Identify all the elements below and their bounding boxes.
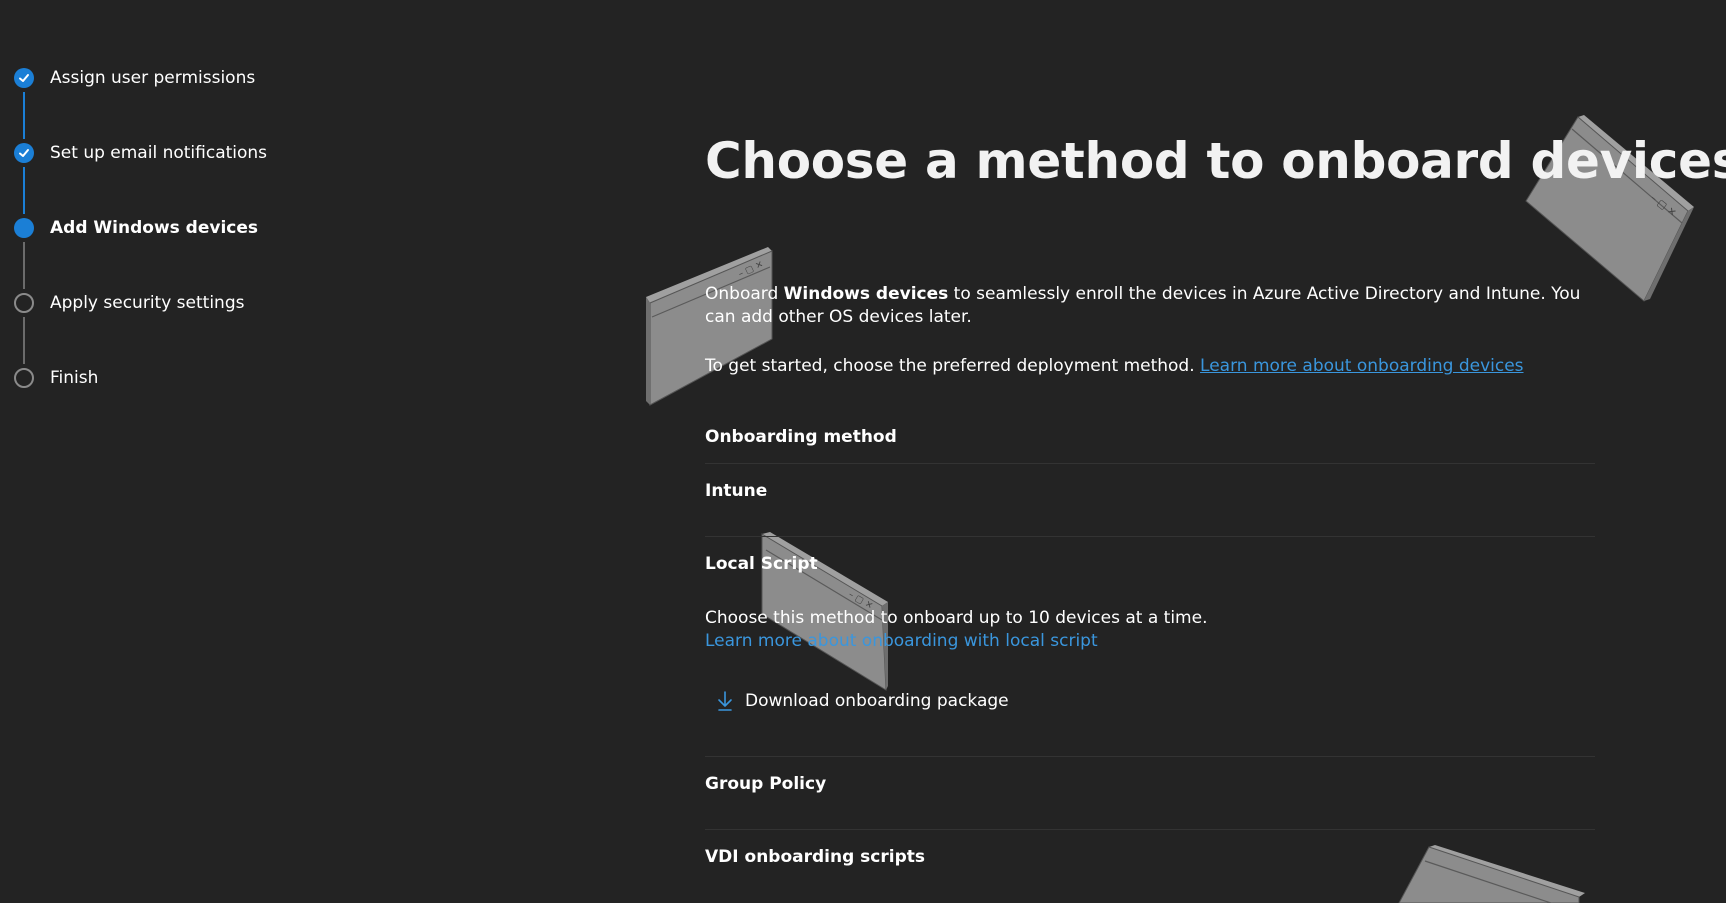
pending-step-circle-icon [14, 368, 34, 388]
decorative-window-illustration-bottom-right [1398, 845, 1585, 903]
step-connector [23, 317, 25, 364]
step-connector [23, 92, 25, 139]
step-label: Set up email notifications [50, 143, 268, 163]
current-step-dot-icon [14, 218, 34, 238]
divider [705, 756, 1595, 757]
page-title: Choose a method to onboard devices [705, 132, 1726, 190]
divider [705, 463, 1595, 464]
get-started-paragraph: To get started, choose the preferred dep… [705, 355, 1524, 378]
local-script-description: Choose this method to onboard up to 10 d… [705, 607, 1207, 653]
local-script-desc-text: Choose this method to onboard up to 10 d… [705, 608, 1208, 628]
method-local-script-accordion[interactable]: Local Script [705, 554, 818, 574]
method-group-policy-accordion[interactable]: Group Policy [705, 774, 826, 794]
step-label: Assign user permissions [50, 68, 256, 88]
completed-check-icon [14, 68, 34, 88]
get-started-text: To get started, choose the preferred dep… [705, 356, 1201, 376]
method-vdi-onboarding-scripts-accordion[interactable]: VDI onboarding scripts [705, 847, 925, 867]
intro-text: Onboard [705, 284, 784, 304]
pending-step-circle-icon [14, 293, 34, 313]
step-label: Finish [50, 368, 99, 388]
method-intune-accordion[interactable]: Intune [705, 481, 767, 501]
step-label: Add Windows devices [50, 218, 259, 238]
step-connector [23, 242, 25, 289]
learn-more-local-script-link[interactable]: Learn more about onboarding with local s… [705, 630, 1207, 653]
step-connector [23, 167, 25, 214]
download-onboarding-package-button[interactable]: Download onboarding package [715, 690, 1009, 712]
intro-paragraph: Onboard Windows devices to seamlessly en… [705, 283, 1585, 329]
step-label: Apply security settings [50, 293, 245, 313]
onboarding-method-heading: Onboarding method [705, 427, 897, 447]
learn-more-onboarding-devices-link[interactable]: Learn more about onboarding devices [1200, 356, 1523, 376]
download-arrow-icon [718, 691, 732, 711]
divider [705, 829, 1595, 830]
completed-check-icon [14, 143, 34, 163]
intro-bold-text: Windows devices [783, 284, 949, 304]
download-label: Download onboarding package [745, 691, 1009, 711]
divider [705, 536, 1595, 537]
